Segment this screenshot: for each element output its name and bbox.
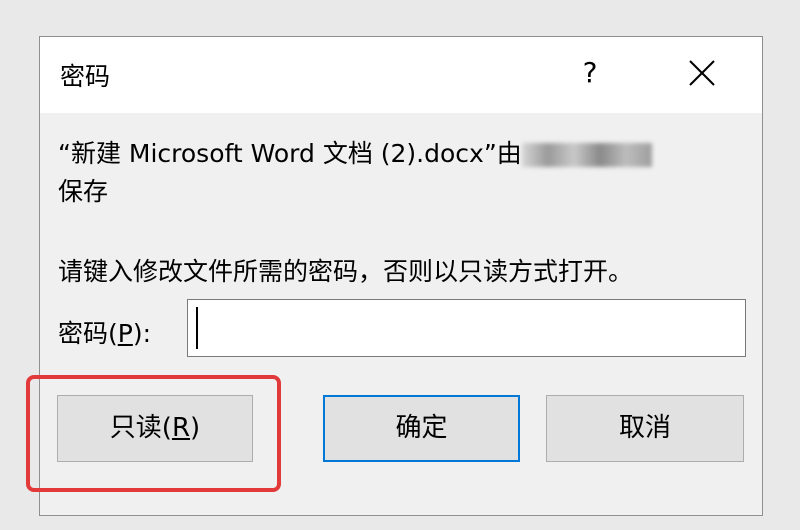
ok-button[interactable]: 确定 — [323, 395, 520, 462]
password-label: 密码(P): — [58, 319, 152, 348]
dialog-title: 密码 — [60, 62, 111, 91]
password-dialog: 密码 ? “新建 Microsoft Word 文档 (2).docx”由 保存… — [39, 36, 763, 516]
help-icon[interactable]: ? — [570, 51, 610, 95]
message-line-1: “新建 Microsoft Word 文档 (2).docx”由 — [58, 139, 522, 168]
redacted-username — [521, 143, 652, 167]
dialog-message: “新建 Microsoft Word 文档 (2).docx”由 保存 — [58, 135, 748, 211]
message-line-2: 保存 — [58, 177, 109, 206]
password-input[interactable] — [187, 299, 746, 357]
text-caret — [196, 307, 198, 349]
cancel-button[interactable]: 取消 — [546, 395, 744, 462]
instruction-text: 请键入修改文件所需的密码，否则以只读方式打开。 — [58, 257, 634, 286]
title-bar: 密码 ? — [40, 37, 762, 113]
close-icon[interactable] — [680, 51, 724, 95]
readonly-button[interactable]: 只读(R) — [57, 395, 253, 462]
